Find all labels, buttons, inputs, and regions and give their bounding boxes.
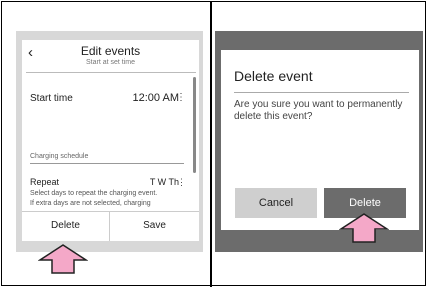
charging-schedule-label: Charging schedule <box>30 153 89 160</box>
repeat-menu-icon[interactable]: ⋮ <box>177 177 186 188</box>
edit-events-card: ‹ Edit events Start at set time Start ti… <box>22 40 199 241</box>
start-time-label: Start time <box>30 93 73 104</box>
header-divider <box>26 72 196 73</box>
scrollbar[interactable] <box>193 77 196 173</box>
up-arrow-icon <box>38 244 88 274</box>
dialog-title: Delete event <box>234 68 313 84</box>
up-arrow-icon <box>339 213 389 243</box>
panel-divider <box>210 1 212 287</box>
repeat-description: Select days to repeat the charging event… <box>30 190 158 197</box>
action-bar: Delete Save <box>22 211 199 241</box>
save-button[interactable]: Save <box>110 212 199 241</box>
repeat-days[interactable]: T W Th <box>150 177 179 187</box>
delete-button[interactable]: Delete <box>22 212 109 241</box>
start-time-menu-icon[interactable]: ⋮ <box>176 92 186 103</box>
page-subtitle: Start at set time <box>85 59 136 66</box>
delete-event-dialog: Delete event Are you sure you want to pe… <box>221 50 419 230</box>
repeat-label: Repeat <box>30 177 60 187</box>
cancel-button[interactable]: Cancel <box>235 188 317 218</box>
repeat-description-continued: If extra days are not selected, charging <box>30 200 151 207</box>
page-title: Edit events <box>80 44 141 58</box>
start-time-value[interactable]: 12:00 AM <box>133 92 179 104</box>
dialog-divider <box>234 92 409 93</box>
section-divider <box>30 163 184 164</box>
dialog-message: Are you sure you want to permanently del… <box>234 99 403 122</box>
